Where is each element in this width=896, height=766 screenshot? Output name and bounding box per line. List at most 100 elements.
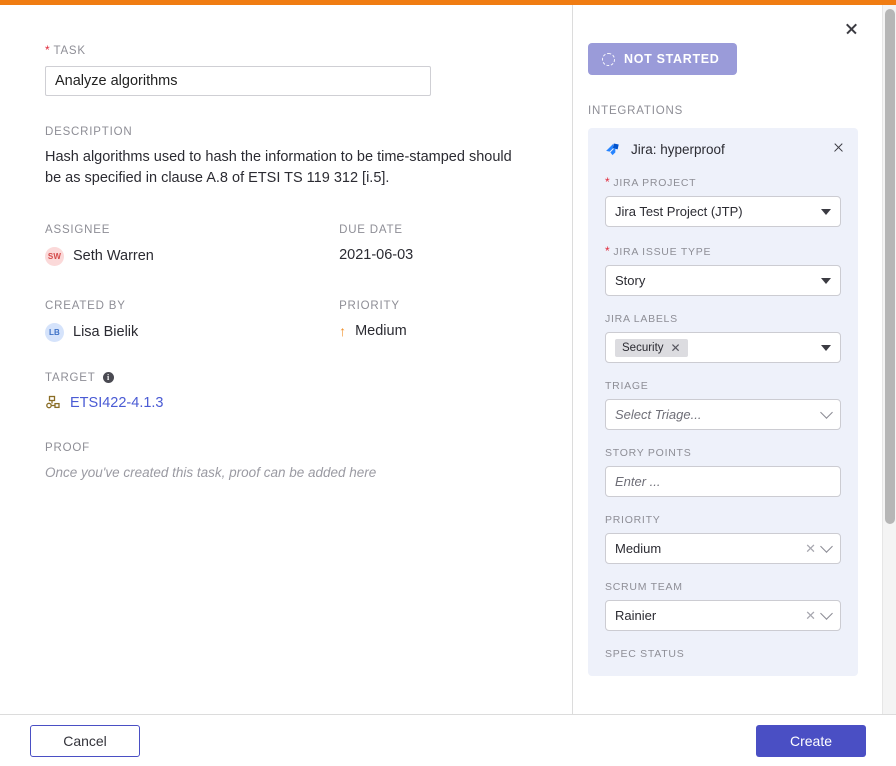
proof-label: PROOF [45, 441, 90, 454]
target-label: TARGET [45, 371, 96, 384]
close-icon [845, 22, 858, 35]
jira-card-title: Jira: hyperproof [631, 142, 725, 157]
create-button[interactable]: Create [756, 724, 866, 757]
clear-icon[interactable]: ✕ [805, 609, 816, 622]
description-text: Hash algorithms used to hash the informa… [45, 149, 512, 187]
jira-labels-label: JIRA LABELS [605, 313, 678, 325]
avatar: SW [45, 246, 64, 266]
task-label: * TASK [45, 43, 527, 57]
jira-card-header: Jira: hyperproof [588, 141, 858, 158]
jira-icon [606, 143, 619, 156]
assignee-duedate-row: ASSIGNEE SW Seth Warren DUE DATE 2021-06… [45, 224, 527, 266]
jira-integration-card: Jira: hyperproof * JIRA PROJECT Jira Test… [588, 128, 858, 676]
jira-priority-value: Medium [615, 541, 662, 556]
jira-project-value: Jira Test Project (JTP) [615, 204, 743, 219]
target-link[interactable]: ETSI422-4.1.3 [70, 395, 164, 411]
dialog-body: *TASK DESCRIPTION Hash algorithms used t… [0, 5, 896, 714]
assignee-name: Seth Warren [73, 248, 154, 265]
priority-label: PRIORITY [339, 299, 400, 312]
due-date-field-group: DUE DATE 2021-06-03 [339, 224, 527, 266]
assignee-value: SW Seth Warren [45, 246, 339, 266]
target-label-row: TARGET i [45, 372, 527, 384]
jira-issue-type-field: * JIRA ISSUE TYPE Story [588, 244, 858, 296]
jira-priority-select[interactable]: Medium ✕ [605, 533, 841, 564]
integrations-pane: NOT STARTED INTEGRATIONS Jira: hyperproo… [573, 5, 896, 714]
story-points-input-wrap[interactable]: Enter ... [605, 466, 841, 497]
created-by-label: CREATED BY [45, 299, 126, 312]
status-badge[interactable]: NOT STARTED [588, 43, 737, 75]
task-field-group: * TASK [45, 43, 527, 96]
jira-project-label: * JIRA PROJECT [605, 175, 841, 189]
integrations-content: NOT STARTED INTEGRATIONS Jira: hyperproo… [573, 5, 896, 676]
jira-issue-type-value: Story [615, 273, 646, 288]
dialog-footer: Cancel Create [0, 714, 896, 766]
task-details-pane: *TASK DESCRIPTION Hash algorithms used t… [0, 5, 573, 714]
priority-value-text: Medium [355, 322, 407, 339]
jira-issue-type-select[interactable]: Story [605, 265, 841, 296]
avatar: LB [45, 322, 64, 342]
label-chip: Security ✕ [615, 338, 688, 357]
task-detail-dialog: *TASK DESCRIPTION Hash algorithms used t… [0, 0, 896, 766]
triage-field: TRIAGE Select Triage... [588, 380, 858, 430]
not-started-circle-icon [602, 52, 615, 66]
remove-integration-button[interactable] [829, 138, 847, 156]
chevron-down-icon [820, 540, 833, 553]
story-points-placeholder: Enter ... [615, 474, 661, 489]
due-date-value: 2021-06-03 [339, 246, 414, 263]
description-label: DESCRIPTION [45, 126, 133, 138]
required-indicator: * [45, 43, 51, 57]
status-badge-label: NOT STARTED [624, 52, 720, 66]
task-name-input[interactable] [45, 66, 431, 96]
triage-select[interactable]: Select Triage... [605, 399, 841, 430]
chevron-down-icon [821, 277, 831, 284]
chevron-down-icon [821, 208, 831, 215]
spec-status-label: SPEC STATUS [605, 648, 685, 660]
jira-project-select[interactable]: Jira Test Project (JTP) [605, 196, 841, 227]
chevron-down-icon [820, 406, 833, 419]
description-field-group: DESCRIPTION Hash algorithms used to hash… [45, 126, 527, 190]
jira-issue-type-label: * JIRA ISSUE TYPE [605, 244, 841, 258]
triage-label: TRIAGE [605, 380, 649, 392]
proof-hint-text: Once you've created this task, proof can… [45, 464, 377, 480]
hierarchy-icon [46, 395, 60, 408]
scrum-team-label: SCRUM TEAM [605, 581, 683, 593]
triage-value: Select Triage... [615, 407, 702, 422]
panel-scrollbar-thumb[interactable] [885, 9, 895, 524]
assignee-field-group: ASSIGNEE SW Seth Warren [45, 224, 339, 266]
target-field-group: TARGET i ETSI422-4.1.3 [45, 372, 527, 412]
proof-field-group: PROOF Once you've created this task, pro… [45, 442, 527, 480]
remove-chip-icon[interactable]: ✕ [671, 342, 681, 354]
chevron-down-icon [820, 607, 833, 620]
required-indicator: * [605, 244, 611, 258]
jira-project-label-text: JIRA PROJECT [613, 177, 697, 189]
panel-scrollbar-track[interactable] [882, 5, 896, 714]
created-by-value: LB Lisa Bielik [45, 322, 339, 342]
task-label-text: TASK [53, 45, 86, 57]
clear-icon[interactable]: ✕ [805, 542, 816, 555]
cancel-button[interactable]: Cancel [30, 724, 140, 757]
jira-labels-field: JIRA LABELS Security ✕ [588, 313, 858, 363]
priority-field-group: PRIORITY ↑ Medium [339, 300, 527, 342]
jira-project-field: * JIRA PROJECT Jira Test Project (JTP) [588, 175, 858, 227]
scrum-team-value: Rainier [615, 608, 657, 623]
jira-priority-label: PRIORITY [605, 514, 661, 526]
close-icon [833, 142, 844, 153]
required-indicator: * [605, 175, 611, 189]
created-by-name: Lisa Bielik [73, 324, 139, 341]
target-value: ETSI422-4.1.3 [45, 395, 527, 412]
assignee-label: ASSIGNEE [45, 223, 111, 236]
priority-value: ↑ Medium [339, 323, 527, 339]
scrum-team-field: SCRUM TEAM Rainier ✕ [588, 581, 858, 631]
scrum-team-select[interactable]: Rainier ✕ [605, 600, 841, 631]
jira-labels-select[interactable]: Security ✕ [605, 332, 841, 363]
spec-status-field: SPEC STATUS [588, 648, 858, 660]
label-chip-text: Security [622, 341, 664, 354]
created-by-field-group: CREATED BY LB Lisa Bielik [45, 300, 339, 342]
integrations-section-label: INTEGRATIONS [588, 105, 684, 117]
createdby-priority-row: CREATED BY LB Lisa Bielik PRIORITY ↑ Med… [45, 300, 527, 342]
story-points-label: STORY POINTS [605, 447, 692, 459]
info-icon[interactable]: i [102, 372, 114, 384]
arrow-up-icon: ↑ [339, 322, 347, 339]
jira-issue-type-label-text: JIRA ISSUE TYPE [613, 246, 712, 258]
close-panel-button[interactable] [840, 17, 862, 39]
